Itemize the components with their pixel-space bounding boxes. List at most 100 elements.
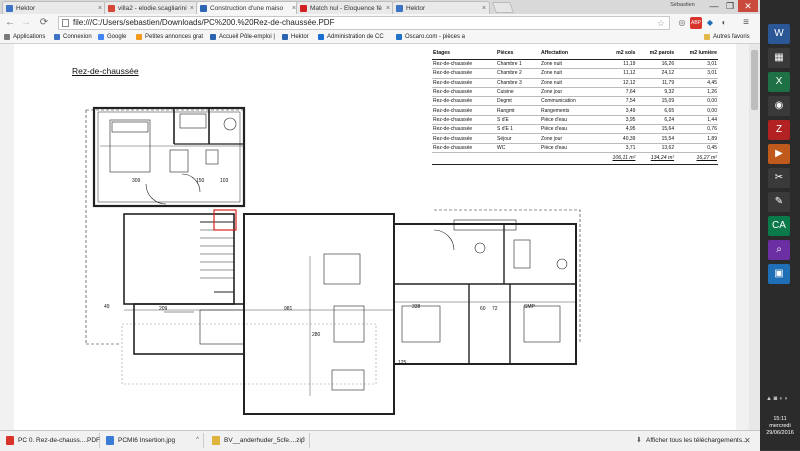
close-downloads-button[interactable]: ✕ [744,433,751,448]
filezilla-icon[interactable]: Z [768,120,790,140]
vertical-scrollbar[interactable] [749,44,760,430]
bookmark-other[interactable]: Autres favoris [704,32,750,43]
tab-youtube[interactable]: Match nul - Eloquence fé × [296,1,394,14]
clock-day: mercredi [769,423,791,429]
maximize-button[interactable]: ❐ [722,0,738,12]
dimension-label: 981 [284,306,293,312]
system-tray[interactable]: ▲ ◙ ◖ ◗ [762,392,798,412]
download-item[interactable]: PCMI6 Insertion.jpg ^ [104,433,204,448]
youtube-favicon-icon [300,5,307,12]
pdf-file-icon [6,436,14,445]
bookmark-label: Connexion [63,34,92,40]
page-icon [136,34,142,40]
translate-icon[interactable]: ◎ [676,17,688,29]
clock[interactable]: 15:11 mercredi 29/06/2016 [760,416,800,437]
download-label: BV__anderhuder_5cfe....zip [224,437,305,444]
profile-button[interactable]: Sébastien [660,1,705,10]
show-all-downloads-link[interactable]: ⬇ Afficher tous les téléchargements... [636,433,747,448]
toolbar: ← → ⟳ file:///C:/Users/sebastien/Downloa… [0,14,760,32]
chevron-up-icon[interactable]: ^ [196,433,199,448]
download-label: PC 0. Rez-de-chauss....PDF [18,437,100,444]
bookmark-hektor[interactable]: Hektor [282,32,309,43]
bank-icon[interactable]: CA [768,216,790,236]
bookmark-label: Petites annonces grat [145,34,204,40]
store-icon[interactable]: ▦ [768,48,790,68]
extension-icon[interactable]: ◐ [718,17,730,29]
pdf-viewer[interactable]: Rez-de-chaussée Etages Pièces Affectatio… [0,44,760,430]
page-icon [210,34,216,40]
close-window-button[interactable]: ✕ [738,0,758,12]
minimize-button[interactable]: — [706,0,722,12]
page-icon [62,19,69,27]
floor-plan: 309 150 103 209 338 981 280 60 49 72 SMP… [85,106,581,415]
tab-hektor-2[interactable]: Hektor × [392,1,490,14]
taskbar: W ▦ X ◉ Z ▶ ✂ ✎ CA ⌕ ▣ ▲ ◙ ◖ ◗ 15:11 mercredi 29/0… [760,0,800,450]
menu-icon[interactable]: ≡ [740,17,752,29]
apps-grid-icon [4,34,10,40]
tab-hektor-1[interactable]: Hektor × [2,1,106,14]
address-text: file:///C:/Users/sebastien/Downloads/PC%… [73,18,335,27]
close-tab-icon[interactable]: × [190,2,194,14]
google-icon [98,34,104,40]
bookmark-connexion[interactable]: Connexion [54,32,92,43]
close-tab-icon[interactable]: × [386,2,390,14]
bookmark-label: Google [107,34,127,40]
tab-construction[interactable]: Construction d'une maiso × [196,1,300,14]
dimension-label: 49 [104,304,110,310]
bookmark-label: Oscaro.com - pièces a [405,34,466,40]
back-button[interactable]: ← [4,17,16,29]
bookmark-label: Accueil Pôle-emploi | [219,34,275,40]
bookmark-label: Applications [13,34,46,40]
close-tab-icon[interactable]: × [98,2,102,14]
reload-button[interactable]: ⟳ [38,17,50,29]
bookmark-label: Hektor [291,34,309,40]
forward-button[interactable]: → [20,17,32,29]
clock-time: 15:11 [773,416,787,422]
close-tab-icon[interactable]: × [482,2,486,14]
pdf-page: Rez-de-chaussée Etages Pièces Affectatio… [14,44,736,430]
excel-icon[interactable]: X [768,72,790,92]
bookmark-applications[interactable]: Applications [4,32,45,43]
show-all-label: Afficher tous les téléchargements... [646,437,748,444]
download-item[interactable]: BV__anderhuder_5cfe....zip ^ [210,433,310,448]
download-item[interactable]: PC 0. Rez-de-chauss....PDF [4,433,100,448]
bookmark-google[interactable]: Google [98,32,126,43]
tab-label: villa2 - elodie.scagliarini [118,5,187,12]
downloads-bar: PC 0. Rez-de-chauss....PDF PCMI6 Inserti… [0,430,760,451]
photo-icon[interactable]: ▣ [768,264,790,284]
chrome-icon[interactable]: ◉ [768,96,790,116]
extension-icon[interactable]: ◆ [704,17,716,29]
chevron-up-icon[interactable]: ^ [302,433,305,448]
tray-icons: ▲ ◙ ◖ ◗ [766,396,788,402]
media-icon[interactable]: ▶ [768,144,790,164]
snip-icon[interactable]: ✂ [768,168,790,188]
dimension-label: 103 [220,178,229,184]
adblock-icon[interactable]: ABP [690,17,702,29]
word-icon[interactable]: W [768,24,790,44]
gmail-favicon-icon [108,5,115,12]
tab-label: Hektor [406,5,426,12]
dimension-label: 72 [492,306,498,312]
dimension-label: 125 [398,360,407,366]
tab-label: Hektor [16,5,36,12]
tab-gmail[interactable]: villa2 - elodie.scagliarini × [104,1,198,14]
paint-icon[interactable]: ✎ [768,192,790,212]
zip-file-icon [212,436,220,445]
bookmark-oscaro[interactable]: Oscaro.com - pièces a [396,32,465,43]
bookmark-pole-emploi[interactable]: Accueil Pôle-emploi | [210,32,275,43]
new-tab-button[interactable] [491,2,515,13]
dimension-label: SMP [524,304,536,310]
bookmark-star-icon[interactable]: ☆ [657,17,665,29]
page-icon [396,34,402,40]
dimension-label: 209 [159,306,168,312]
download-arrow-icon: ⬇ [636,437,642,444]
scrollbar-thumb[interactable] [751,50,758,110]
folder-icon [704,34,710,40]
page-icon [318,34,324,40]
dimension-label: 309 [132,178,141,184]
search-icon[interactable]: ⌕ [768,240,790,260]
bookmark-petites-annonces[interactable]: Petites annonces grat [136,32,203,43]
dimension-label: 338 [412,304,421,310]
bookmark-administration[interactable]: Administration de CC [318,32,384,43]
address-bar[interactable]: file:///C:/Users/sebastien/Downloads/PC%… [58,16,670,30]
